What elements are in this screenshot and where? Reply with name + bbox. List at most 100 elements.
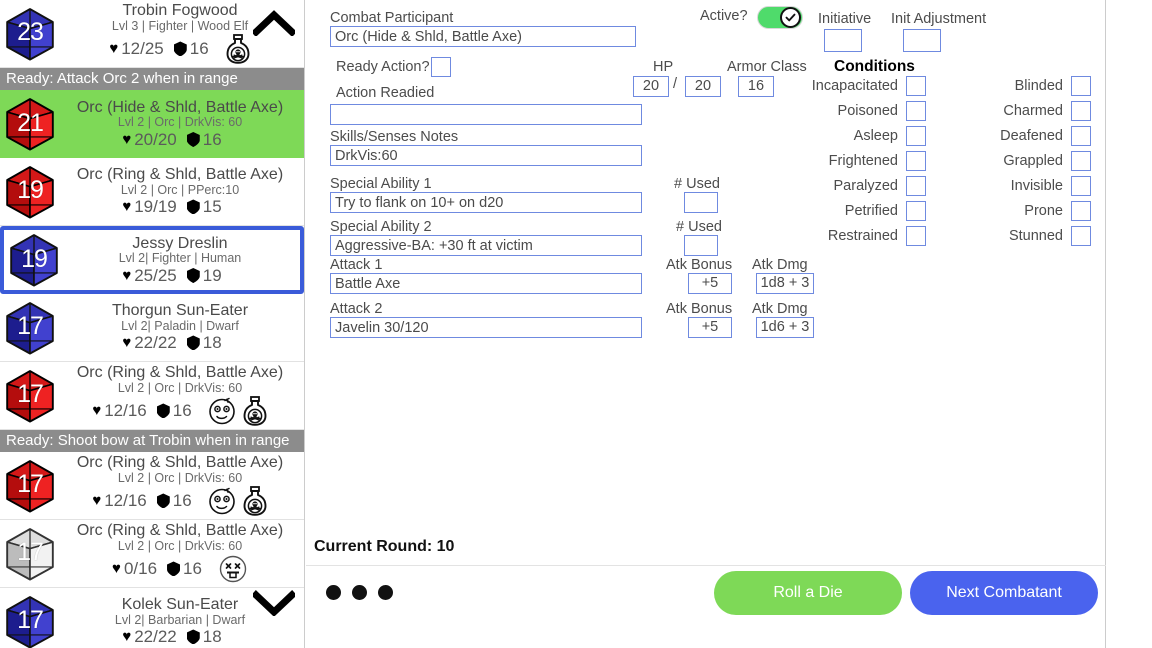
condition-checkbox[interactable]: [906, 176, 926, 196]
hp-value: 12/16: [104, 491, 147, 511]
attack-1-label: Attack 1: [330, 257, 383, 273]
condition-checkbox[interactable]: [906, 101, 926, 121]
condition-checkbox[interactable]: [1071, 201, 1091, 221]
attack-2-label: Attack 2: [330, 301, 383, 317]
shield-icon: [187, 268, 200, 283]
status-icon-group: [225, 34, 251, 64]
skills-senses-label: Skills/Senses Notes: [330, 129, 459, 145]
next-combatant-button[interactable]: Next Combatant: [910, 571, 1098, 615]
active-toggle[interactable]: [757, 6, 803, 29]
init-adjustment-label: Init Adjustment: [891, 11, 987, 27]
combatant-row[interactable]: 19 Jessy Dreslin Lvl 2| Fighter | Human ♥ 25…: [0, 226, 304, 294]
condition-label: Blinded: [1014, 78, 1063, 94]
combatant-info: Orc (Ring & Shld, Battle Axe) Lvl 2 | Orc…: [58, 166, 300, 216]
conditions-title: Conditions: [834, 58, 915, 75]
three-dots-icon[interactable]: [326, 585, 393, 600]
initiative-die-icon: 21: [2, 96, 58, 152]
scroll-up-chevron-icon[interactable]: [252, 8, 296, 38]
hp-current-input[interactable]: 20: [633, 76, 669, 97]
skills-senses-input[interactable]: DrkVis:60: [330, 145, 642, 166]
combat-participant-input[interactable]: Orc (Hide & Shld, Battle Axe): [330, 26, 636, 47]
condition-row: Poisoned: [796, 101, 926, 121]
condition-checkbox[interactable]: [1071, 76, 1091, 96]
ac-stat: 16: [157, 402, 192, 420]
initiative-die-icon: 17: [2, 458, 58, 514]
attack-1-damage-input[interactable]: 1d8 + 3: [756, 273, 814, 294]
condition-checkbox[interactable]: [906, 151, 926, 171]
combatant-row[interactable]: 17 Orc (Ring & Shld, Battle Axe) Lvl 2 | O…: [0, 362, 304, 430]
armor-class-label: Armor Class: [727, 59, 807, 75]
special-ability-1-used-input[interactable]: [684, 192, 718, 213]
attack-1-bonus-input[interactable]: +5: [688, 273, 732, 294]
combatant-name: Orc (Ring & Shld, Battle Axe): [76, 166, 284, 184]
condition-label: Incapacitated: [811, 78, 898, 94]
combatant-row[interactable]: 17 Orc (Ring & Shld, Battle Axe) Lvl 2 | O…: [0, 452, 304, 520]
next-combatant-label: Next Combatant: [946, 584, 1062, 601]
condition-row: Stunned: [946, 226, 1091, 246]
attack-2-bonus-label: Atk Bonus: [666, 301, 733, 317]
combatant-name: Orc (Hide & Shld, Battle Axe): [76, 98, 284, 116]
ac-value: 16: [202, 129, 222, 149]
roll-a-die-button[interactable]: Roll a Die: [714, 571, 902, 615]
initiative-value: 17: [17, 606, 44, 634]
initiative-order-sidebar[interactable]: 23 Trobin Fogwood Lvl 3 | Fighter | Wood E…: [0, 0, 305, 648]
condition-checkbox[interactable]: [1071, 226, 1091, 246]
initiative-input[interactable]: [824, 29, 862, 52]
shield-icon: [187, 199, 200, 214]
shield-icon: [187, 132, 200, 147]
dead-face-icon: [218, 554, 248, 584]
combatant-info: Orc (Ring & Shld, Battle Axe) Lvl 2 | Orc…: [58, 454, 300, 516]
condition-label: Deafened: [1000, 128, 1063, 144]
condition-checkbox[interactable]: [1071, 176, 1091, 196]
ac-stat: 16: [174, 40, 209, 58]
condition-checkbox[interactable]: [1071, 126, 1091, 146]
combatant-subtitle: Lvl 2 | Orc | PPerc:10: [120, 182, 240, 197]
combatant-info: Thorgun Sun-Eater Lvl 2| Paladin | Dwarf ♥…: [58, 302, 300, 352]
action-readied-input[interactable]: [330, 104, 642, 125]
shield-icon: [157, 403, 170, 418]
attack-2-input[interactable]: Javelin 30/120: [330, 317, 642, 338]
dizzy-face-icon: [208, 397, 236, 425]
ready-action-checkbox[interactable]: [431, 57, 451, 77]
initiative-die-icon: 17: [2, 368, 58, 424]
attack-1-input[interactable]: Battle Axe: [330, 273, 642, 294]
dot-3: [378, 585, 393, 600]
ac-value: 19: [202, 265, 222, 285]
combatant-row[interactable]: 17 Orc (Ring & Shld, Battle Axe) Lvl 2 | O…: [0, 520, 304, 588]
armor-class-input[interactable]: 16: [738, 76, 774, 97]
init-adjustment-input[interactable]: [903, 29, 941, 52]
combatant-subtitle: Lvl 2| Barbarian | Dwarf: [114, 612, 246, 627]
condition-checkbox[interactable]: [906, 126, 926, 146]
combatant-row[interactable]: 19 Orc (Ring & Shld, Battle Axe) Lvl 2 | O…: [0, 158, 304, 226]
initiative-value: 17: [17, 470, 44, 498]
initiative-die-icon: 19: [6, 232, 62, 288]
special-ability-2-used-input[interactable]: [684, 235, 718, 256]
condition-checkbox[interactable]: [1071, 101, 1091, 121]
ac-stat: 15: [187, 198, 222, 216]
condition-checkbox[interactable]: [906, 226, 926, 246]
condition-label: Paralyzed: [833, 178, 898, 194]
footer-divider: [306, 565, 1106, 566]
combatant-stats: ♥ 22/22 18: [122, 334, 237, 352]
hp-stat: ♥ 12/25: [109, 40, 163, 58]
special-ability-1-input[interactable]: Try to flank on 10+ on d20: [330, 192, 642, 213]
ac-stat: 16: [187, 129, 222, 149]
attack-2-damage-input[interactable]: 1d6 + 3: [756, 317, 814, 338]
status-icon-group: [208, 486, 268, 516]
special-ability-2-input[interactable]: Aggressive-BA: +30 ft at victim: [330, 235, 642, 256]
scroll-down-chevron-icon[interactable]: [252, 588, 296, 618]
condition-checkbox[interactable]: [1071, 151, 1091, 171]
initiative-value: 17: [17, 312, 44, 340]
combatant-stats: ♥ 12/25 16: [109, 34, 250, 64]
condition-checkbox[interactable]: [906, 201, 926, 221]
attack-2-bonus-input[interactable]: +5: [688, 317, 732, 338]
special-ability-2-label: Special Ability 2: [330, 219, 432, 235]
combatant-row[interactable]: 17 Thorgun Sun-Eater Lvl 2| Paladin | Dwar…: [0, 294, 304, 362]
condition-checkbox[interactable]: [906, 76, 926, 96]
combatant-row[interactable]: 21 Orc (Hide & Shld, Battle Axe) Lvl 2 | O…: [0, 90, 304, 158]
hp-max-input[interactable]: 20: [685, 76, 721, 97]
combatant-name: Kolek Sun-Eater: [121, 596, 239, 614]
active-label: Active?: [700, 8, 748, 24]
initiative-value: 23: [17, 18, 44, 46]
condition-label: Poisoned: [837, 103, 898, 119]
